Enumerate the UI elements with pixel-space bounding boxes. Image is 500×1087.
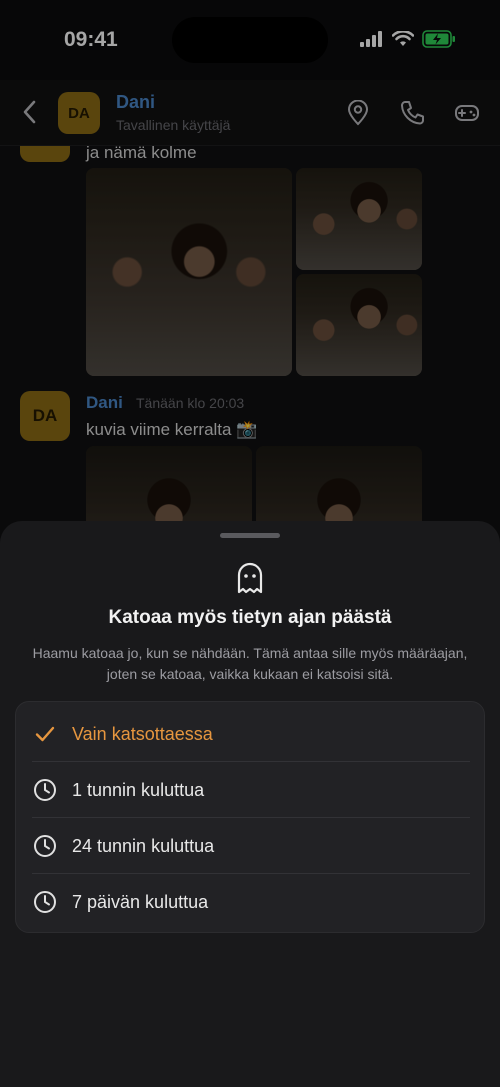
sheet-description: Haamu katoaa jo, kun se nähdään. Tämä an… — [32, 645, 468, 682]
ghost-icon — [237, 562, 263, 594]
expiry-bottom-sheet: Katoaa myös tietyn ajan päästä Haamu kat… — [0, 521, 500, 1087]
option-24-hours[interactable]: 24 tunnin kuluttua — [16, 818, 486, 874]
option-label: 7 päivän kuluttua — [72, 891, 209, 912]
option-1-hour[interactable]: 1 tunnin kuluttua — [16, 762, 486, 818]
checkmark-icon — [32, 721, 58, 747]
sheet-title: Katoaa myös tietyn ajan päästä — [108, 607, 392, 628]
clock-icon — [32, 777, 58, 803]
clock-icon — [32, 833, 58, 859]
option-label: Vain katsottaessa — [72, 723, 213, 744]
expiry-options-list: Vain katsottaessa 1 tunnin kuluttua 24 t… — [15, 701, 485, 933]
option-7-days[interactable]: 7 päivän kuluttua — [16, 874, 486, 930]
clock-icon — [32, 889, 58, 915]
option-label: 24 tunnin kuluttua — [72, 835, 215, 856]
option-label: 1 tunnin kuluttua — [72, 779, 205, 800]
sheet-handle[interactable] — [220, 533, 280, 538]
option-view-only[interactable]: Vain katsottaessa — [16, 706, 486, 762]
